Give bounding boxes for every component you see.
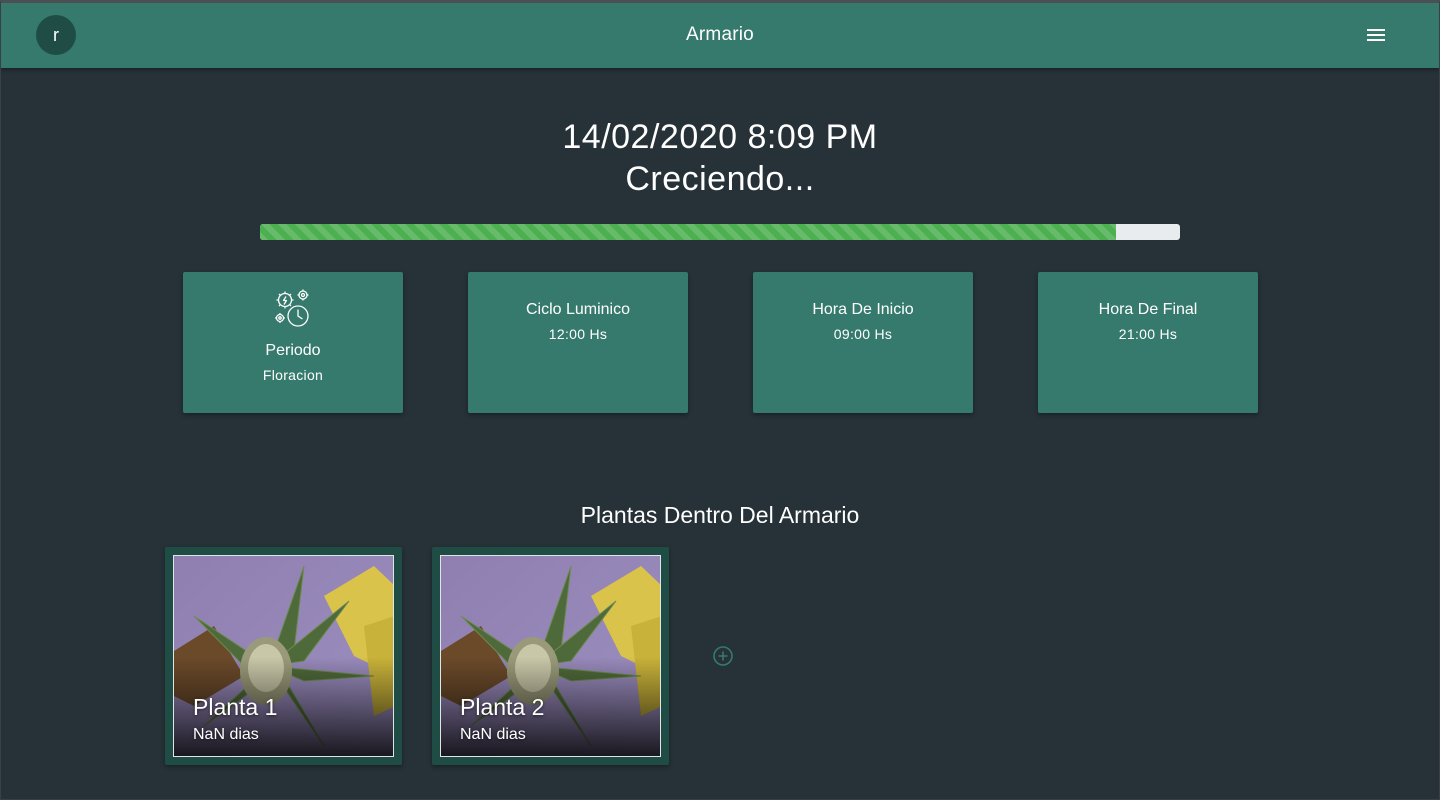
info-card-periodo: Periodo Floracion (183, 272, 403, 413)
card-title: Hora De Inicio (812, 301, 914, 318)
card-title: Periodo (265, 342, 321, 359)
menu-button[interactable] (1362, 22, 1390, 48)
plant-card-1[interactable]: Planta 1 NaN dias (165, 547, 402, 765)
plant-image: Planta 2 NaN dias (440, 555, 661, 757)
info-card-ciclo-luminico: Ciclo Luminico 12:00 Hs (468, 272, 688, 413)
card-value: 21:00 Hs (1118, 326, 1178, 342)
growth-progress-bar (260, 224, 1180, 240)
info-card-hora-inicio: Hora De Inicio 09:00 Hs (753, 272, 973, 413)
card-title: Ciclo Luminico (525, 301, 631, 318)
current-datetime: 14/02/2020 8:09 PM (562, 118, 878, 156)
plants-section-title: Plantas Dentro Del Armario (580, 502, 860, 528)
card-value: 09:00 Hs (833, 326, 893, 342)
plant-days: NaN dias (193, 726, 259, 743)
app-title: Armario (686, 24, 754, 45)
card-title: Hora De Final (1098, 301, 1198, 318)
plant-image: Planta 1 NaN dias (173, 555, 394, 757)
top-app-bar: r Armario (0, 0, 1440, 68)
plant-name: Planta 1 (193, 694, 278, 720)
card-value: 12:00 Hs (548, 326, 608, 342)
plant-name: Planta 2 (460, 694, 545, 720)
card-value: Floracion (262, 367, 324, 383)
gear-clock-icon (275, 289, 309, 327)
add-circle-icon (713, 646, 733, 666)
growth-progress-fill (260, 224, 1116, 240)
plant-days: NaN dias (460, 726, 526, 743)
growth-status: Creciendo... (625, 160, 815, 198)
add-plant-button[interactable] (712, 645, 734, 667)
info-card-hora-final: Hora De Final 21:00 Hs (1038, 272, 1258, 413)
plant-card-2[interactable]: Planta 2 NaN dias (432, 547, 669, 765)
hamburger-menu-icon (1367, 29, 1385, 41)
